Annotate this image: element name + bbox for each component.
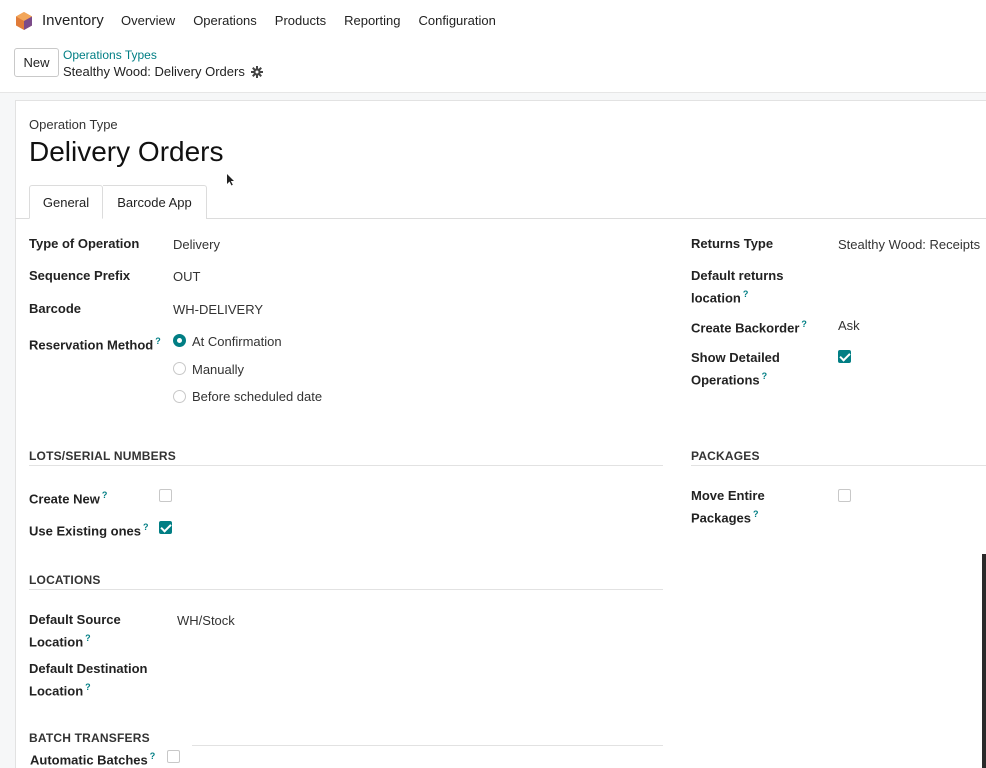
show-detailed-operations-checkbox[interactable]: [838, 350, 851, 363]
radio-manually[interactable]: [173, 362, 186, 375]
menu-configuration[interactable]: Configuration: [418, 13, 495, 28]
help-icon[interactable]: ?: [753, 509, 759, 519]
barcode-label: Barcode: [29, 301, 82, 316]
use-existing-text: Use Existing ones: [29, 523, 141, 539]
packages-section-heading: PACKAGES: [691, 449, 760, 463]
barcode-value[interactable]: WH-DELIVERY: [173, 300, 263, 319]
radio-at-confirmation-label[interactable]: At Confirmation: [192, 334, 282, 349]
tab-general[interactable]: General: [29, 185, 103, 219]
breadcrumb-parent-link[interactable]: Operations Types: [63, 48, 157, 62]
window-edge-artifact: [982, 554, 986, 768]
move-entire-packages-text-2: Packages: [691, 510, 751, 526]
locations-section-heading: LOCATIONS: [29, 573, 101, 587]
menu-reporting[interactable]: Reporting: [344, 13, 400, 28]
default-source-location-text-2: Location: [29, 634, 84, 650]
use-existing-label: Use Existing ones?: [29, 518, 148, 540]
menu-operations[interactable]: Operations: [193, 13, 257, 28]
main-menu: Overview Operations Products Reporting C…: [121, 13, 514, 28]
default-source-location-value[interactable]: WH/Stock: [177, 611, 235, 630]
lots-section-heading: LOTS/SERIAL NUMBERS: [29, 449, 176, 463]
create-backorder-text: Create Backorder: [691, 320, 800, 336]
returns-type-label: Returns Type: [691, 236, 774, 251]
help-icon[interactable]: ?: [801, 319, 807, 329]
default-returns-location-text-1: Default returns: [691, 268, 784, 283]
create-backorder-value[interactable]: Ask: [838, 316, 860, 335]
help-icon[interactable]: ?: [155, 336, 161, 346]
breadcrumb-current: Stealthy Wood: Delivery Orders: [63, 64, 263, 79]
automatic-batches-checkbox[interactable]: [167, 750, 180, 763]
move-entire-packages-label: Move Entire Packages?: [691, 486, 765, 527]
create-backorder-label: Create Backorder?: [691, 315, 807, 337]
help-icon[interactable]: ?: [762, 371, 768, 381]
breadcrumb-current-label: Stealthy Wood: Delivery Orders: [63, 64, 245, 79]
move-entire-packages-checkbox[interactable]: [838, 489, 851, 502]
default-destination-location-text-2: Location: [29, 683, 84, 699]
radio-before-scheduled-date[interactable]: [173, 390, 186, 403]
sequence-prefix-label: Sequence Prefix: [29, 268, 131, 283]
show-detailed-operations-label: Show Detailed Operations?: [691, 348, 780, 389]
operation-type-label: Operation Type: [29, 117, 118, 132]
show-detailed-operations-text-2: Operations: [691, 372, 760, 388]
radio-at-confirmation[interactable]: [173, 334, 186, 347]
create-new-label: Create New?: [29, 486, 107, 508]
create-new-checkbox[interactable]: [159, 489, 172, 502]
sequence-prefix-value[interactable]: OUT: [173, 267, 200, 286]
move-entire-packages-text-1: Move Entire: [691, 488, 765, 503]
tab-barcode-app[interactable]: Barcode App: [103, 185, 207, 219]
mouse-cursor-icon: [227, 174, 234, 186]
reservation-method-label: Reservation Method?: [29, 332, 161, 354]
help-icon[interactable]: ?: [743, 289, 749, 299]
help-icon[interactable]: ?: [143, 522, 149, 532]
default-source-location-text-1: Default Source: [29, 612, 121, 627]
gear-icon[interactable]: [250, 65, 263, 78]
top-navbar: Inventory Overview Operations Products R…: [0, 0, 986, 42]
locations-section-divider: [29, 589, 663, 590]
menu-overview[interactable]: Overview: [121, 13, 175, 28]
automatic-batches-label: Automatic Batches?: [30, 747, 155, 768]
show-detailed-operations-text-1: Show Detailed: [691, 350, 780, 365]
radio-manually-label[interactable]: Manually: [192, 362, 244, 377]
default-source-location-label: Default Source Location?: [29, 610, 121, 651]
create-new-text: Create New: [29, 491, 100, 507]
type-of-operation-value[interactable]: Delivery: [173, 235, 220, 254]
batch-section-divider: [192, 745, 663, 746]
type-of-operation-label: Type of Operation: [29, 236, 140, 251]
menu-products[interactable]: Products: [275, 13, 326, 28]
lots-section-divider: [29, 465, 663, 466]
help-icon[interactable]: ?: [85, 633, 91, 643]
new-button[interactable]: New: [14, 48, 59, 77]
use-existing-checkbox[interactable]: [159, 521, 172, 534]
batch-section-heading: BATCH TRANSFERS: [29, 731, 150, 745]
reservation-method-text: Reservation Method: [29, 337, 154, 353]
default-returns-location-text-2: location: [691, 290, 741, 306]
record-title[interactable]: Delivery Orders: [29, 136, 223, 168]
automatic-batches-text: Automatic Batches: [30, 752, 148, 768]
inventory-app-icon[interactable]: [14, 11, 34, 31]
help-icon[interactable]: ?: [85, 682, 91, 692]
default-returns-location-label: Default returns location?: [691, 266, 783, 307]
default-destination-location-label: Default Destination Location?: [29, 659, 147, 700]
default-destination-location-text-1: Default Destination: [29, 661, 148, 676]
app-name[interactable]: Inventory: [42, 12, 104, 29]
packages-section-divider: [691, 465, 986, 466]
help-icon[interactable]: ?: [150, 751, 156, 761]
help-icon[interactable]: ?: [102, 490, 108, 500]
returns-type-value[interactable]: Stealthy Wood: Receipts: [838, 235, 980, 254]
radio-before-scheduled-date-label[interactable]: Before scheduled date: [192, 389, 322, 404]
